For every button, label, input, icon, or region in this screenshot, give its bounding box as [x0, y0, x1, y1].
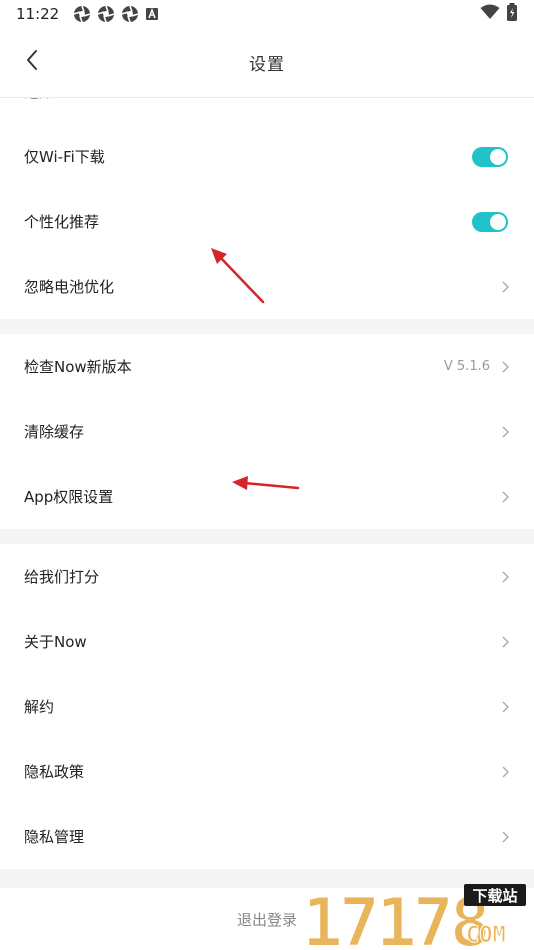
settings-group-about: 给我们打分 关于Now 解约 隐私政策 隐私管理: [0, 544, 534, 869]
chevron-right-icon: [500, 765, 510, 779]
settings-row-notifications-clipped: 通知: [0, 98, 534, 124]
settings-row-terminate[interactable]: 解约: [0, 674, 534, 739]
settings-row-clear-cache[interactable]: 清除缓存: [0, 399, 534, 464]
chevron-right-icon: [500, 425, 510, 439]
toggle-knob: [490, 148, 506, 165]
aperture-icon: [97, 5, 115, 23]
settings-row-check-update[interactable]: 检查Now新版本 V 5.1.6: [0, 334, 534, 399]
watermark-logo: 17178 下载站 COM: [301, 883, 526, 950]
status-right-icons: [480, 3, 518, 25]
status-bar: 11:22: [0, 0, 534, 28]
row-label: 忽略电池优化: [24, 278, 115, 296]
settings-row-rate-us[interactable]: 给我们打分: [0, 544, 534, 609]
app-header: 设置: [0, 28, 534, 98]
chevron-right-icon: [500, 280, 510, 294]
settings-row-personalized[interactable]: 个性化推荐: [0, 189, 534, 254]
settings-group-general: 通知 仅Wi-Fi下载 个性化推荐 忽略电池优化: [0, 98, 534, 319]
row-label: 通知: [24, 98, 500, 102]
chevron-left-icon: [25, 49, 39, 75]
chevron-right-icon: [500, 490, 510, 504]
wifi-only-toggle[interactable]: [472, 146, 508, 167]
chevron-right-icon: [500, 570, 510, 584]
watermark-suffix: COM: [466, 923, 506, 948]
logout-label: 退出登录: [236, 910, 297, 929]
page-title: 设置: [249, 55, 285, 75]
chevron-right-icon: [500, 98, 510, 99]
row-label: 解约: [24, 698, 55, 716]
settings-screen: 11:22 设置 仅Wi-Fi下载 个性化推荐 忽略电池优化 检查Now新版本 …: [0, 0, 534, 950]
version-value: V 5.1.6: [443, 359, 490, 374]
back-button[interactable]: [16, 46, 48, 78]
aperture-icon: [121, 5, 139, 23]
watermark-badge: 下载站: [472, 887, 517, 905]
settings-row-notifications[interactable]: 通知: [0, 98, 534, 124]
row-label: App权限设置: [24, 488, 114, 506]
row-label: 关于Now: [24, 633, 87, 651]
chevron-right-icon: [500, 700, 510, 714]
settings-group-app: 检查Now新版本 V 5.1.6 清除缓存 App权限设置: [0, 334, 534, 529]
aperture-icon: [73, 5, 91, 23]
row-label: 隐私管理: [24, 828, 85, 846]
row-label: 个性化推荐: [24, 213, 100, 231]
settings-row-about[interactable]: 关于Now: [0, 609, 534, 674]
chevron-right-icon: [500, 830, 510, 844]
status-time: 11:22: [16, 5, 60, 23]
settings-row-privacy-manage[interactable]: 隐私管理: [0, 804, 534, 869]
wifi-icon: [480, 4, 500, 24]
row-right: V 5.1.6: [444, 359, 510, 374]
settings-row-wifi-only[interactable]: 仅Wi-Fi下载: [0, 124, 534, 189]
row-label: 清除缓存: [24, 423, 85, 441]
settings-row-privacy-policy[interactable]: 隐私政策: [0, 739, 534, 804]
a-badge-icon: [145, 7, 159, 21]
watermark-digits: 17178: [302, 884, 487, 950]
settings-list: 通知 仅Wi-Fi下载 个性化推荐 忽略电池优化: [0, 98, 534, 869]
toggle-knob: [490, 213, 506, 230]
settings-row-app-permissions[interactable]: App权限设置: [0, 464, 534, 529]
personalized-toggle[interactable]: [472, 211, 508, 232]
battery-icon: [506, 3, 518, 25]
settings-row-battery-opt[interactable]: 忽略电池优化: [0, 254, 534, 319]
row-label: 检查Now新版本: [24, 358, 132, 376]
row-label: 仅Wi-Fi下载: [24, 148, 105, 166]
row-label: 给我们打分: [24, 568, 100, 586]
group-separator: [0, 529, 534, 544]
row-label: 隐私政策: [24, 763, 85, 781]
group-separator: [0, 319, 534, 334]
chevron-right-icon: [500, 635, 510, 649]
chevron-right-icon: [500, 360, 510, 374]
